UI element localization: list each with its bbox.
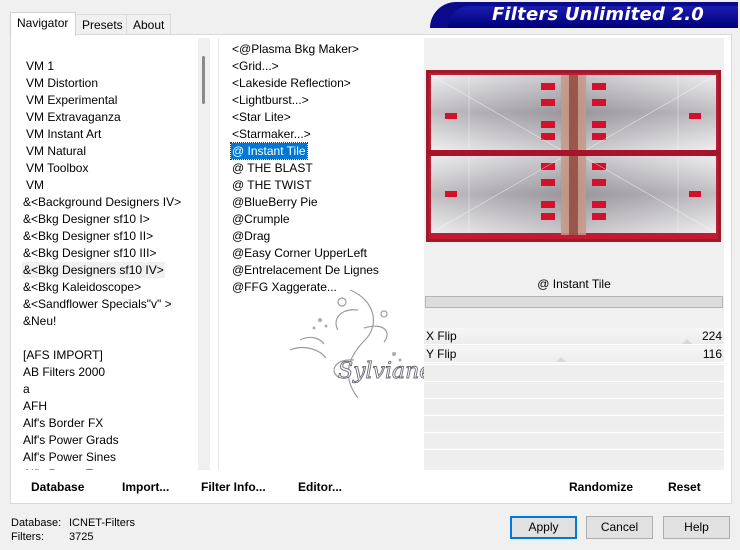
category-item[interactable]: Alf's Power Grads [22,432,120,448]
category-item[interactable]: &<Background Designers IV> [22,194,182,210]
filter-item[interactable]: @Drag [231,228,271,244]
category-item[interactable]: &<Sandflower Specials"v" > [22,296,173,312]
param-slider-y-flip[interactable]: Y Flip 116 [424,346,724,363]
filter-item[interactable]: @BlueBerry Pie [231,194,319,210]
param-slot-empty [424,364,724,380]
category-item[interactable]: &<Bkg Kaleidoscope> [22,279,142,295]
cancel-button[interactable]: Cancel [586,516,653,539]
param-label: X Flip [426,329,457,343]
reset-button[interactable]: Reset [668,476,701,498]
category-list[interactable]: VM 1 VM Distortion VM Experimental VM Extra… [14,38,212,470]
param-slot-empty [424,449,724,465]
category-item[interactable]: &<Bkg Designers sf10 IV> [22,262,165,278]
slider-marker[interactable] [682,339,692,344]
database-label: Database: [11,517,62,529]
category-scrollbar[interactable] [198,38,210,470]
database-value: ICNET-Filters [69,517,135,529]
progress-bar [425,296,723,308]
param-slot-empty [424,432,724,448]
category-item[interactable] [22,330,24,346]
filter-item[interactable]: <Star Lite> [231,109,292,125]
tab-navigator[interactable]: Navigator [10,12,76,36]
category-item[interactable]: VM Toolbox [25,160,89,176]
category-item[interactable]: VM [25,177,45,193]
filter-item[interactable]: @ THE BLAST [231,160,314,176]
category-item[interactable]: &<Bkg Designer sf10 I> [22,211,151,227]
filter-item[interactable]: <Grid...> [231,58,280,74]
category-item[interactable]: VM 1 [25,58,55,74]
category-item[interactable]: &<Bkg Designer sf10 II> [22,228,154,244]
param-slot-empty [424,398,724,414]
editor-button[interactable]: Editor... [298,476,342,498]
category-item[interactable]: a [22,381,31,397]
category-item[interactable]: [AFS IMPORT] [22,347,104,363]
filter-item[interactable]: @Entrelacement De Lignes [231,262,380,278]
selected-filter-title: @ Instant Tile [537,277,611,291]
category-item[interactable]: VM Instant Art [25,126,102,142]
svg-text:Sylviane: Sylviane [338,359,432,384]
tab-about[interactable]: About [126,14,171,34]
filters-label: Filters: [11,531,44,543]
filter-item[interactable]: @Easy Corner UpperLeft [231,245,368,261]
filter-item[interactable]: @ Instant Tile [230,142,308,160]
category-scrollbar-thumb[interactable] [202,56,205,104]
param-value: 116 [702,347,722,361]
import-button[interactable]: Import... [122,476,169,498]
category-item[interactable]: VM Natural [25,143,87,159]
filters-unlimited-banner: Filters Unlimited 2.0 [430,2,738,28]
banner-title: Filters Unlimited 2.0 [491,4,704,25]
preview-panel: @ Instant Tile X Flip 224 Y Flip 116 [424,38,724,470]
action-bar: Database Import... Filter Info... Editor… [14,476,724,498]
param-slot-empty [424,415,724,431]
param-slot-empty [424,381,724,397]
preview-image[interactable] [429,73,718,239]
param-value: 224 [701,329,722,343]
category-item[interactable]: VM Experimental [25,92,118,108]
param-label: Y Flip [426,347,457,361]
category-item[interactable]: AFH [22,398,48,414]
category-item[interactable]: Alf's Power Toys [22,466,111,470]
category-item[interactable]: &<Bkg Designer sf10 III> [22,245,157,261]
filter-item[interactable]: <Starmaker...> [231,126,312,142]
category-item[interactable]: VM Distortion [25,75,99,91]
filter-item[interactable]: @ THE TWIST [231,177,313,193]
preview-image-frame [426,70,721,242]
status-info: Database: ICNET-Filters Filters: 3725 [11,516,135,544]
help-button[interactable]: Help [663,516,730,539]
randomize-button[interactable]: Randomize [569,476,633,498]
filters-count: 3725 [69,531,94,543]
category-item[interactable]: AB Filters 2000 [22,364,106,380]
database-button[interactable]: Database [31,476,84,498]
category-item[interactable]: Alf's Power Sines [22,449,117,465]
category-item[interactable]: VM Extravaganza [25,109,122,125]
slider-marker[interactable] [556,357,566,362]
category-item[interactable]: Alf's Border FX [22,415,104,431]
filter-item[interactable]: <Lakeside Reflection> [231,75,352,91]
param-slider-x-flip[interactable]: X Flip 224 [424,328,724,345]
filter-item[interactable]: <Lightburst...> [231,92,310,108]
category-item[interactable]: &Neu! [22,313,57,329]
filter-item[interactable]: <@Plasma Bkg Maker> [231,41,360,57]
filter-info-button[interactable]: Filter Info... [201,476,266,498]
filter-item[interactable]: @Crumple [231,211,291,227]
tab-presets[interactable]: Presets [75,14,127,34]
apply-button[interactable]: Apply [510,516,577,539]
